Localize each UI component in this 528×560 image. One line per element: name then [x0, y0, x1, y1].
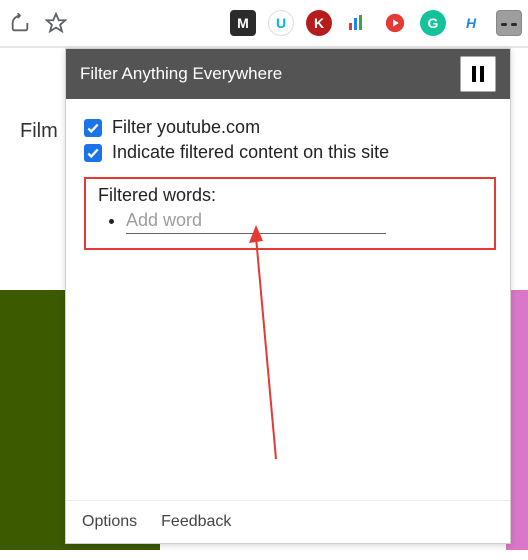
star-icon[interactable]	[42, 9, 70, 37]
pause-button[interactable]	[460, 56, 496, 92]
filtered-words-box: Filtered words:	[84, 177, 496, 250]
ext-k[interactable]: K	[306, 10, 332, 36]
checkbox-filter-site-label: Filter youtube.com	[112, 117, 260, 138]
ext-u-label: U	[276, 15, 286, 31]
extension-popup: Filter Anything Everywhere Filter youtub…	[65, 48, 511, 544]
share-icon[interactable]	[6, 9, 34, 37]
checkbox-filter-site[interactable]	[84, 119, 102, 137]
annotation-arrow	[146, 219, 406, 479]
filtered-words-heading: Filtered words:	[98, 185, 482, 206]
ext-youtube[interactable]	[382, 10, 408, 36]
extensions-tray: M U K G H	[230, 10, 522, 36]
ext-m-label: M	[237, 15, 249, 31]
ext-u[interactable]: U	[268, 10, 294, 36]
ext-honey[interactable]: H	[458, 10, 484, 36]
checkbox-indicate-row[interactable]: Indicate filtered content on this site	[84, 142, 496, 163]
popup-body: Filter youtube.com Indicate filtered con…	[66, 99, 510, 500]
ext-m[interactable]: M	[230, 10, 256, 36]
tab-film[interactable]: Film	[20, 120, 58, 142]
ext-k-label: K	[314, 15, 324, 31]
ext-g-label: G	[428, 15, 439, 31]
ext-filter-anything[interactable]	[496, 10, 522, 36]
ext-grammarly[interactable]: G	[420, 10, 446, 36]
feedback-link[interactable]: Feedback	[161, 513, 231, 531]
filtered-word-item	[126, 208, 482, 234]
browser-toolbar: M U K G H	[0, 0, 528, 48]
checkbox-filter-site-row[interactable]: Filter youtube.com	[84, 117, 496, 138]
checkbox-indicate-label: Indicate filtered content on this site	[112, 142, 389, 163]
popup-header: Filter Anything Everywhere	[66, 49, 510, 99]
popup-title: Filter Anything Everywhere	[80, 64, 282, 84]
ext-bars[interactable]	[344, 10, 370, 36]
add-word-input[interactable]	[126, 208, 386, 234]
popup-footer: Options Feedback	[66, 500, 510, 543]
checkbox-indicate[interactable]	[84, 144, 102, 162]
options-link[interactable]: Options	[82, 513, 137, 531]
ext-h-label: H	[466, 15, 476, 31]
